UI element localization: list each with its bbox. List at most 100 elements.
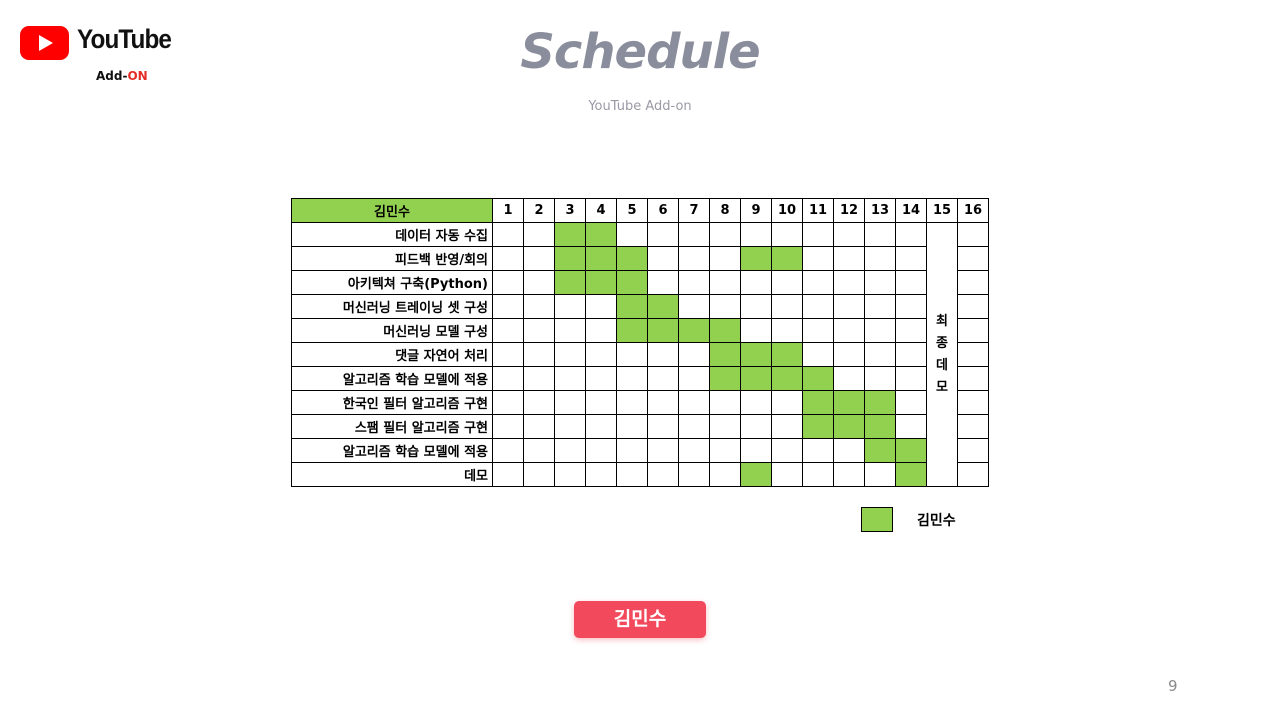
week-cell [616, 342, 648, 367]
week-cell [864, 294, 896, 319]
week-cell [492, 438, 524, 463]
week-cell [523, 414, 555, 439]
active-week-cell [585, 270, 617, 295]
final-demo-cell: 최종데모 [926, 222, 958, 487]
week-cell [492, 390, 524, 415]
week-header: 9 [740, 198, 772, 223]
week-cell [802, 270, 834, 295]
week-header: 1 [492, 198, 524, 223]
week-cell [585, 318, 617, 343]
table-row: 한국인 필터 알고리즘 구현 [291, 390, 989, 415]
week-cell [678, 438, 710, 463]
week-cell [523, 318, 555, 343]
active-week-cell [771, 342, 803, 367]
week-cell [802, 462, 834, 487]
week-cell [957, 222, 989, 247]
week-cell [833, 318, 865, 343]
week-cell [864, 222, 896, 247]
active-week-cell [709, 366, 741, 391]
week-cell [523, 462, 555, 487]
active-week-cell [554, 270, 586, 295]
week-cell [709, 462, 741, 487]
week-cell [833, 222, 865, 247]
final-demo-char: 최 [936, 313, 948, 329]
task-name: 댓글 자연어 처리 [291, 342, 493, 367]
week-cell [492, 366, 524, 391]
week-header: 16 [957, 198, 989, 223]
table-row: 데이터 자동 수집 최 종 데 모 [291, 222, 989, 487]
week-cell [864, 462, 896, 487]
week-cell [585, 390, 617, 415]
week-cell [771, 318, 803, 343]
week-cell [523, 294, 555, 319]
table-row: 스팸 필터 알고리즘 구현 [291, 414, 989, 439]
active-week-cell [771, 366, 803, 391]
active-week-cell [771, 246, 803, 271]
week-cell [678, 294, 710, 319]
week-cell [523, 366, 555, 391]
task-name: 한국인 필터 알고리즘 구현 [291, 390, 493, 415]
week-cell [709, 390, 741, 415]
task-name: 머신러닝 모델 구성 [291, 318, 493, 343]
week-cell [709, 438, 741, 463]
page-subtitle: YouTube Add-on [588, 99, 692, 114]
week-cell [957, 438, 989, 463]
week-cell [647, 462, 679, 487]
week-header: 6 [647, 198, 679, 223]
week-cell [895, 270, 927, 295]
week-cell [740, 438, 772, 463]
week-header: 10 [771, 198, 803, 223]
week-cell [895, 318, 927, 343]
week-cell [740, 390, 772, 415]
task-name: 알고리즘 학습 모델에 적용 [291, 438, 493, 463]
week-cell [647, 438, 679, 463]
week-cell [554, 414, 586, 439]
week-cell [709, 294, 741, 319]
week-cell [957, 318, 989, 343]
task-name: 피드백 반영/회의 [291, 246, 493, 271]
week-cell [554, 462, 586, 487]
person-button[interactable]: 김민수 [574, 601, 706, 638]
week-cell [802, 246, 834, 271]
week-cell [492, 294, 524, 319]
week-cell [864, 270, 896, 295]
week-cell [492, 246, 524, 271]
week-cell [678, 366, 710, 391]
week-cell [585, 366, 617, 391]
active-week-cell [585, 246, 617, 271]
active-week-cell [678, 318, 710, 343]
week-cell [864, 246, 896, 271]
week-cell [647, 246, 679, 271]
week-cell [771, 414, 803, 439]
week-cell [957, 246, 989, 271]
active-week-cell [740, 342, 772, 367]
week-cell [678, 270, 710, 295]
week-cell [864, 342, 896, 367]
week-cell [492, 318, 524, 343]
week-cell [957, 414, 989, 439]
week-header: 11 [802, 198, 834, 223]
week-cell [771, 294, 803, 319]
active-week-cell [647, 294, 679, 319]
task-name: 머신러닝 트레이닝 셋 구성 [291, 294, 493, 319]
active-week-cell [554, 222, 586, 247]
week-cell [771, 438, 803, 463]
table-row: 머신러닝 트레이닝 셋 구성 [291, 294, 989, 319]
week-cell [585, 462, 617, 487]
active-week-cell [833, 414, 865, 439]
active-week-cell [802, 366, 834, 391]
week-cell [802, 318, 834, 343]
week-cell [895, 294, 927, 319]
active-week-cell [864, 390, 896, 415]
active-week-cell [647, 318, 679, 343]
week-cell [864, 366, 896, 391]
legend-label: 김민수 [917, 513, 956, 529]
table-row: 알고리즘 학습 모델에 적용 [291, 366, 989, 391]
week-cell [554, 366, 586, 391]
week-cell [678, 414, 710, 439]
page-title: Schedule [520, 24, 760, 80]
active-week-cell [802, 390, 834, 415]
week-header: 3 [554, 198, 586, 223]
week-cell [833, 342, 865, 367]
week-cell [585, 342, 617, 367]
